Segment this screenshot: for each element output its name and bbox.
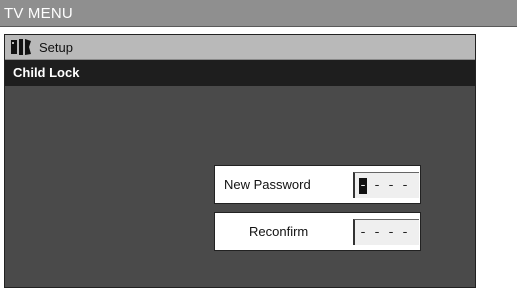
new-password-label: New Password <box>224 177 311 192</box>
menu-panel: Setup Child Lock New Password - - - - Re… <box>4 34 476 288</box>
reconfirm-digit-3[interactable]: - <box>387 225 395 240</box>
new-password-row: New Password - - - - <box>214 165 421 204</box>
new-password-digit-4[interactable]: - <box>401 178 409 193</box>
new-password-input[interactable]: - - - - <box>353 172 419 198</box>
reconfirm-digit-1[interactable]: - <box>359 225 367 240</box>
reconfirm-label: Reconfirm <box>249 224 309 239</box>
reconfirm-digit-2[interactable]: - <box>373 225 381 240</box>
new-password-digit-3[interactable]: - <box>387 178 395 193</box>
setup-label: Setup <box>39 40 73 55</box>
tools-icon <box>10 38 32 56</box>
reconfirm-digit-4[interactable]: - <box>401 225 409 240</box>
window-title: TV MENU <box>4 5 73 22</box>
child-lock-title: Child Lock <box>13 65 80 80</box>
reconfirm-row: Reconfirm - - - - <box>214 212 421 251</box>
new-password-digit-2[interactable]: - <box>373 178 381 193</box>
setup-section-bar[interactable]: Setup <box>5 35 475 60</box>
child-lock-header: Child Lock <box>5 60 475 86</box>
window-titlebar: TV MENU <box>0 0 517 27</box>
new-password-digit-1[interactable]: - <box>359 177 367 194</box>
reconfirm-input[interactable]: - - - - <box>353 219 419 245</box>
